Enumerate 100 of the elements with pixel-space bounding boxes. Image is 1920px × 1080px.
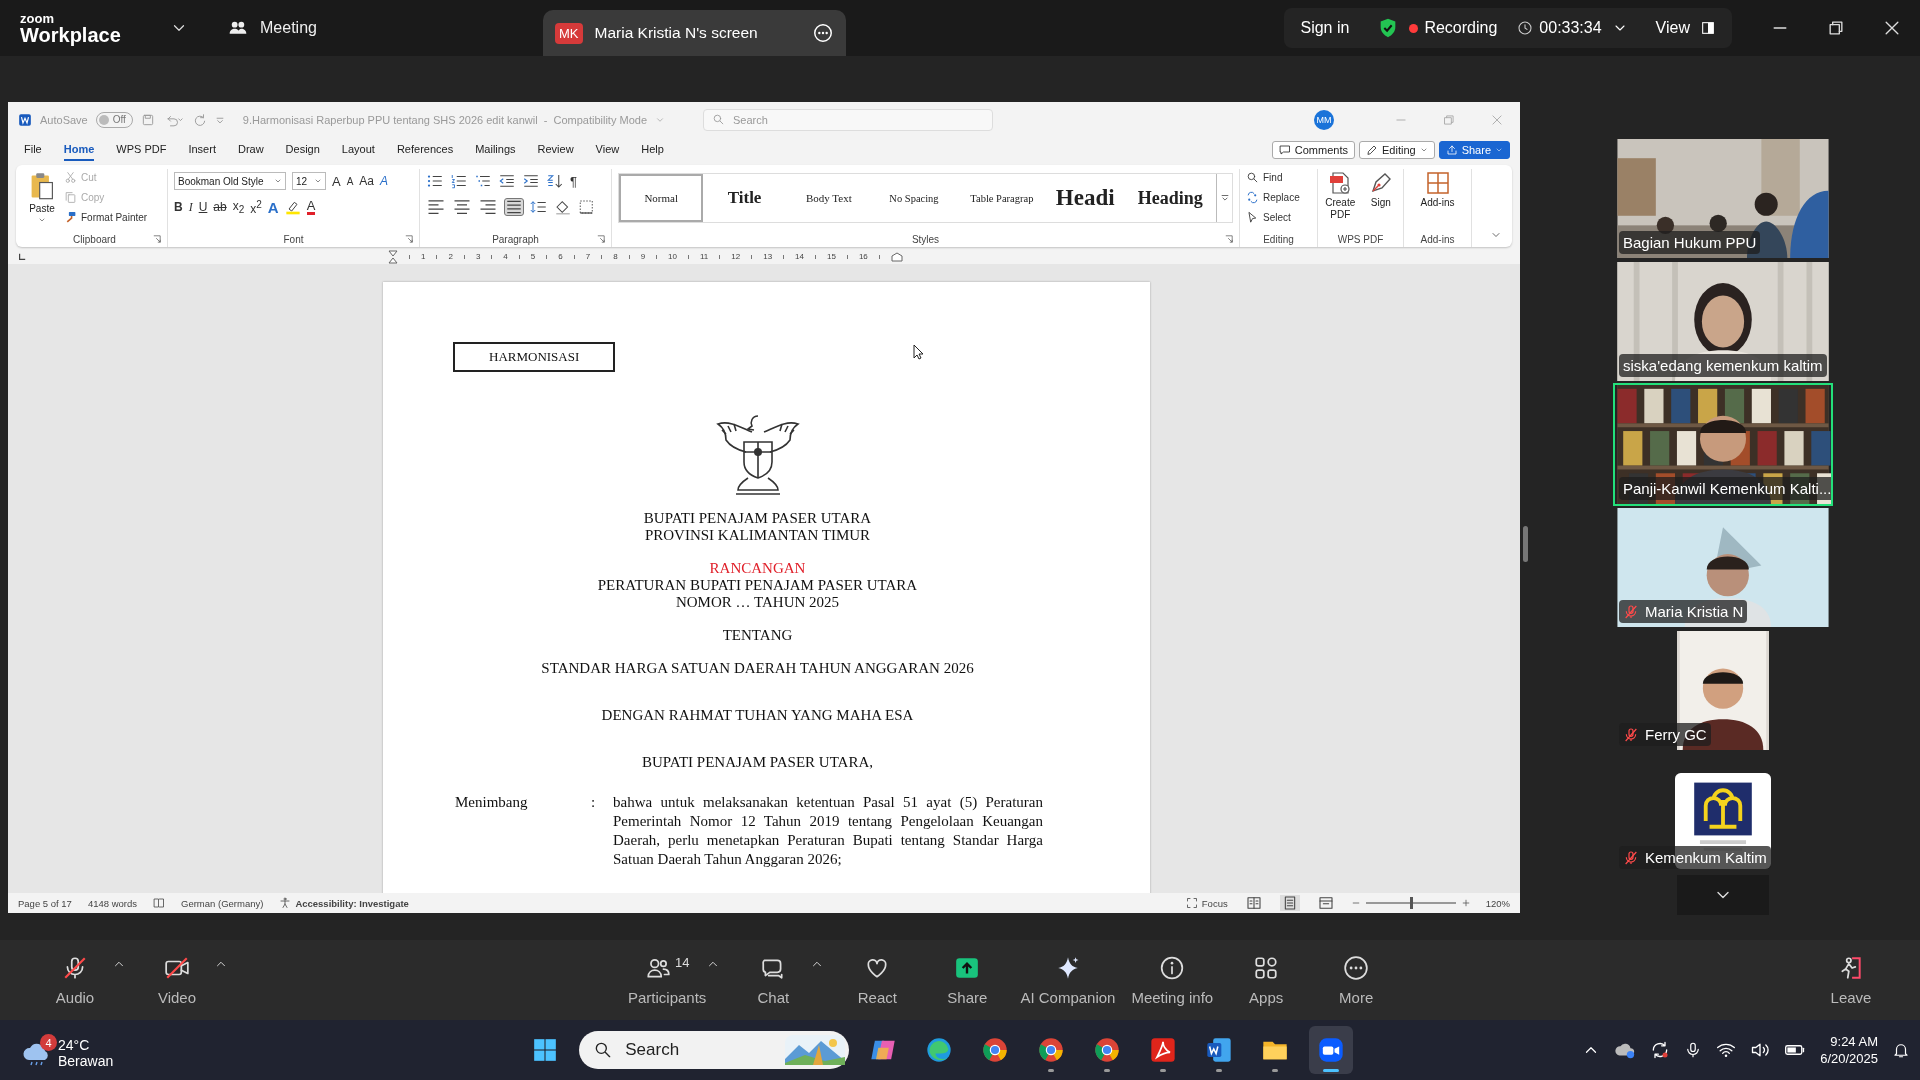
ribbon-tab[interactable]: WPS PDF (116, 138, 167, 161)
resize-handle[interactable] (1523, 526, 1528, 562)
line-spacing-icon[interactable] (530, 199, 548, 215)
style-option[interactable]: Heading (1124, 174, 1217, 222)
screen-share-tab[interactable]: MK Maria Kristia N's screen (543, 10, 846, 56)
zoom-level[interactable]: 120% (1485, 897, 1510, 909)
windows-start-icon[interactable] (532, 1037, 559, 1063)
ribbon-tab[interactable]: Design (285, 138, 320, 161)
sign-in-link[interactable]: Sign in (1300, 19, 1350, 37)
style-option[interactable]: Headi (1047, 174, 1125, 222)
language-label[interactable]: German (Germany) (181, 897, 264, 909)
strikethrough-button[interactable]: ab (213, 200, 227, 214)
share-button[interactable]: Share (930, 954, 1005, 1006)
dialog-launcher-icon[interactable] (405, 235, 413, 243)
align-right-icon[interactable] (478, 198, 498, 216)
chrome-browser-icon[interactable] (1093, 1036, 1122, 1064)
superscript-button[interactable]: x$^{2}$ (250, 198, 262, 216)
clear-formatting-button[interactable]: A (380, 174, 389, 188)
dialog-launcher-icon[interactable] (153, 235, 161, 243)
pdf-reader-icon[interactable] (1149, 1036, 1178, 1064)
video-app-icon[interactable] (1317, 1036, 1346, 1064)
ribbon-tab[interactable]: View (595, 138, 620, 161)
video-button[interactable]: Video (140, 954, 214, 1006)
print-view-icon[interactable] (1279, 895, 1300, 911)
ribbon-tab[interactable]: Home (63, 138, 95, 161)
more-button[interactable]: More (1319, 954, 1394, 1006)
ribbon-tab[interactable]: Draw (237, 138, 264, 161)
react-button[interactable]: React (840, 954, 915, 1006)
info-button[interactable]: Meeting info (1131, 954, 1214, 1006)
clock[interactable]: 9:24 AM 6/20/2025 (1820, 1034, 1878, 1066)
bold-button[interactable]: B (174, 200, 183, 214)
proofing-icon[interactable] (153, 897, 165, 909)
accessibility-status[interactable]: Accessibility: Investigate (279, 897, 409, 909)
create-pdf-button[interactable]: Create PDF (1324, 169, 1357, 220)
ribbon-tab[interactable]: References (396, 138, 454, 161)
chrome-browser-icon[interactable] (981, 1036, 1010, 1064)
underline-button[interactable]: U (198, 200, 208, 214)
italic-button[interactable]: I (188, 199, 193, 215)
multilevel-list-icon[interactable] (474, 173, 492, 189)
style-option[interactable]: Normal (619, 174, 704, 222)
add-ins-button[interactable]: Add-ins (1417, 169, 1458, 209)
account-avatar[interactable]: MM (1314, 109, 1334, 130)
ribbon-tab[interactable]: Help (641, 138, 664, 161)
indent-marker-icon[interactable] (388, 249, 398, 264)
ribbon-tab[interactable]: File (24, 138, 42, 161)
ribbon-tab[interactable]: Mailings (475, 138, 516, 161)
more-icon[interactable] (812, 22, 834, 44)
ai-button[interactable]: AI Companion (1020, 954, 1116, 1006)
highlighter-icon[interactable] (284, 199, 301, 215)
align-center-icon[interactable] (452, 198, 472, 216)
weather-widget[interactable]: 4 24°C Berawan (22, 1031, 114, 1069)
text-effects-button[interactable]: A (267, 198, 279, 216)
borders-icon[interactable] (578, 199, 596, 215)
decrease-indent-icon[interactable] (498, 173, 516, 189)
search-field[interactable]: Search (579, 1031, 850, 1069)
edge-browser-icon[interactable] (925, 1036, 954, 1064)
comments-button[interactable]: Comments (1271, 140, 1355, 159)
find-button[interactable]: Find (1246, 169, 1300, 186)
gallery-more-icon[interactable] (1219, 193, 1230, 203)
sort-icon[interactable] (546, 173, 564, 189)
bullet-list-icon[interactable] (426, 173, 444, 189)
grow-font-button[interactable]: A (332, 173, 341, 189)
select-button[interactable]: Select (1246, 209, 1300, 226)
chat-button[interactable]: Chat (736, 954, 811, 1006)
font-size-field[interactable]: 12 (292, 172, 326, 190)
word-app-icon[interactable] (1205, 1036, 1234, 1064)
increase-indent-icon[interactable] (522, 173, 540, 189)
paste-button[interactable]: Paste (28, 169, 56, 224)
audio-button[interactable]: Audio (38, 954, 112, 1006)
align-left-icon[interactable] (426, 198, 446, 216)
focus-button[interactable]: Focus (1185, 897, 1228, 909)
sign-button[interactable]: Sign (1364, 169, 1397, 209)
subscript-button[interactable]: x$_{2}$ (232, 198, 245, 216)
paint-bucket-icon[interactable] (554, 199, 572, 215)
share-button[interactable]: Share (1438, 140, 1510, 159)
view-button[interactable]: View (1655, 19, 1716, 37)
dialog-launcher-icon[interactable] (1225, 235, 1233, 243)
chrome-browser-icon[interactable] (1037, 1036, 1066, 1064)
align-justify-icon[interactable] (504, 198, 524, 216)
style-option[interactable]: No Spacing (872, 174, 956, 222)
apps-button[interactable]: Apps (1229, 954, 1304, 1006)
ribbon-tab[interactable]: Insert (188, 138, 216, 161)
style-option[interactable]: Title (703, 174, 786, 222)
zoom-in-icon[interactable] (1461, 899, 1470, 907)
leave-button[interactable]: Leave (1814, 954, 1888, 1006)
font-color-button[interactable]: A (306, 199, 316, 215)
editing-mode-button[interactable]: Editing (1359, 140, 1435, 159)
tab-selector-icon[interactable] (18, 252, 26, 261)
indent-marker-icon[interactable] (890, 251, 903, 262)
change-case-button[interactable]: Aa (359, 174, 375, 188)
font-name-field[interactable]: Bookman Old Style (174, 172, 286, 190)
meeting-tab[interactable]: Meeting (228, 18, 543, 38)
style-option[interactable]: Body Text (785, 174, 872, 222)
numbered-list-icon[interactable] (450, 173, 468, 189)
dialog-launcher-icon[interactable] (597, 235, 605, 243)
replace-button[interactable]: Replace (1246, 189, 1300, 206)
ribbon-tab[interactable]: Layout (341, 138, 375, 161)
show-formatting-button[interactable]: ¶ (570, 173, 577, 189)
ribbon-tab[interactable]: Review (537, 138, 574, 161)
participants-button[interactable]: 14 Participants (628, 954, 707, 1006)
